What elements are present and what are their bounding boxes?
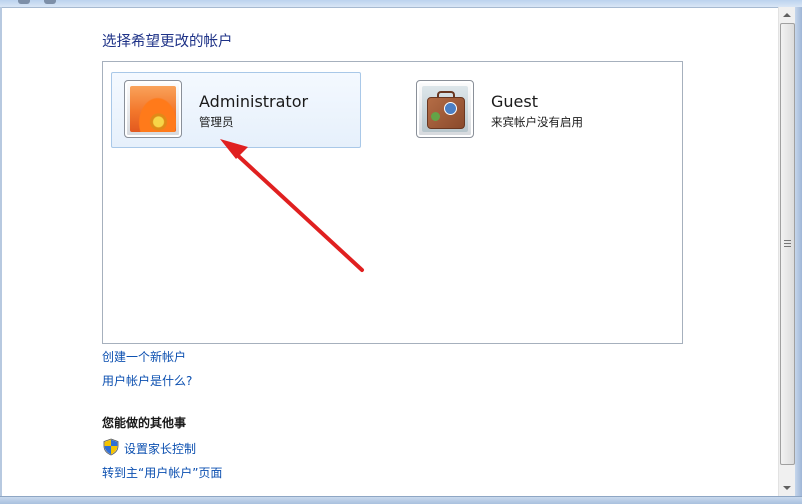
suitcase-avatar-icon	[422, 86, 468, 132]
shield-icon	[103, 438, 119, 456]
scroll-up-button[interactable]	[779, 7, 795, 23]
scroll-thumb[interactable]	[780, 23, 795, 465]
other-tasks-title: 您能做的其他事	[102, 416, 187, 430]
what-is-account-link[interactable]: 用户帐户是什么?	[102, 372, 192, 389]
arrow-up-icon	[783, 13, 791, 17]
frame-stub	[44, 0, 56, 4]
arrow-down-icon	[783, 486, 791, 490]
frame-stub	[18, 0, 30, 4]
content-area: 选择希望更改的帐户 Administrator 管理员 Guest 来宾帐户没有…	[2, 8, 778, 496]
orange-flower-avatar-icon	[130, 86, 176, 132]
account-status: 来宾帐户没有启用	[491, 115, 583, 129]
vertical-scrollbar[interactable]	[778, 7, 795, 496]
window-top-frame	[0, 0, 802, 8]
avatar	[416, 80, 474, 138]
accounts-list: Administrator 管理员 Guest 来宾帐户没有启用	[102, 61, 683, 344]
main-user-accounts-link[interactable]: 转到主“用户帐户”页面	[102, 464, 222, 481]
create-account-link[interactable]: 创建一个新帐户	[102, 348, 186, 365]
window-right-frame	[795, 7, 802, 496]
account-tile-administrator[interactable]: Administrator 管理员	[111, 72, 361, 148]
account-type: 管理员	[199, 115, 234, 129]
grip-icon	[784, 240, 791, 247]
parental-controls-label[interactable]: 设置家长控制	[124, 440, 196, 457]
page-heading: 选择希望更改的帐户	[102, 34, 233, 50]
scroll-down-button[interactable]	[779, 480, 795, 496]
account-tile-guest[interactable]: Guest 来宾帐户没有启用	[403, 72, 653, 148]
account-name: Administrator	[199, 92, 309, 111]
account-name: Guest	[491, 92, 538, 111]
avatar	[124, 80, 182, 138]
